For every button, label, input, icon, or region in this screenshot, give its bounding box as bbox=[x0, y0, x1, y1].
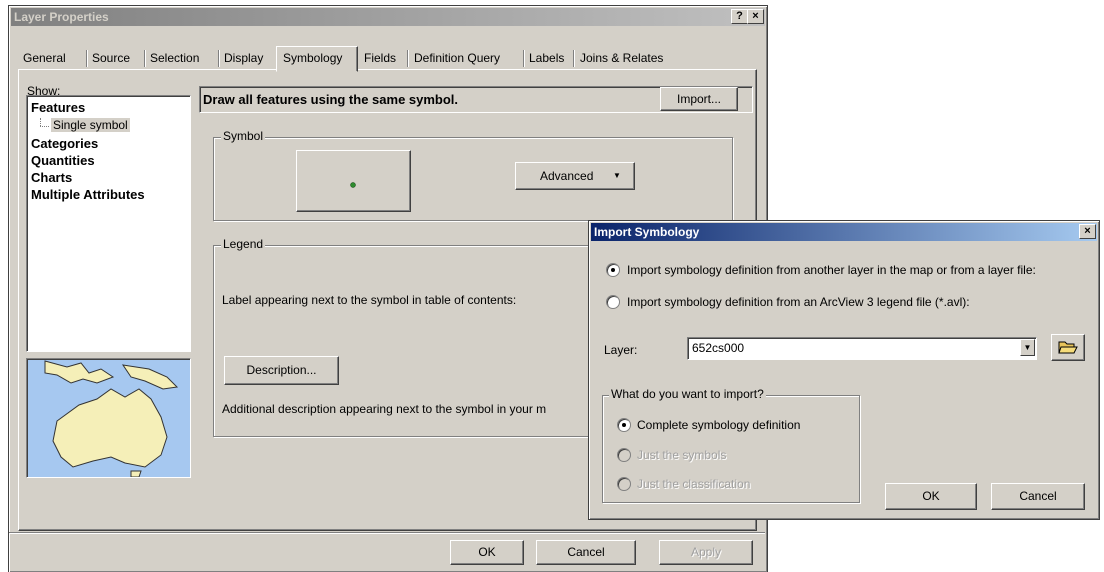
just-classification-radio bbox=[617, 477, 631, 491]
symbol-group-label: Symbol bbox=[221, 129, 266, 143]
window-title: Layer Properties bbox=[14, 10, 109, 24]
tab-divider bbox=[218, 50, 219, 67]
tree-item-single-symbol[interactable]: Single symbol bbox=[51, 118, 130, 132]
import-symbology-titlebar[interactable]: Import Symbology bbox=[591, 223, 1097, 241]
import-close-button[interactable]: × bbox=[1079, 224, 1096, 239]
advanced-button[interactable]: Advanced ▼ bbox=[515, 162, 635, 190]
close-button[interactable]: × bbox=[747, 9, 764, 24]
tree-item-quantities[interactable]: Quantities bbox=[31, 153, 95, 168]
option-avl-label[interactable]: Import symbology definition from an ArcV… bbox=[627, 295, 970, 309]
show-tree[interactable]: Features Single symbol Categories Quanti… bbox=[26, 95, 191, 352]
import-symbology-dialog: Import Symbology × Import symbology defi… bbox=[588, 220, 1100, 520]
tab-divider bbox=[573, 50, 574, 67]
just-classification-label: Just the classification bbox=[637, 477, 751, 491]
advanced-button-label: Advanced bbox=[540, 169, 594, 183]
layer-properties-titlebar[interactable]: Layer Properties bbox=[11, 8, 765, 26]
import-button[interactable]: Import... bbox=[660, 87, 738, 111]
tab-labels[interactable]: Labels bbox=[526, 49, 567, 68]
tab-source[interactable]: Source bbox=[89, 49, 133, 68]
ok-button[interactable]: OK bbox=[450, 540, 524, 565]
layer-label: Layer: bbox=[604, 343, 638, 357]
help-button[interactable]: ? bbox=[731, 9, 748, 24]
tab-divider bbox=[144, 50, 145, 67]
legend-label-description: Label appearing next to the symbol in ta… bbox=[222, 293, 517, 307]
tab-fields[interactable]: Fields bbox=[361, 49, 399, 68]
tree-item-categories[interactable]: Categories bbox=[31, 136, 98, 151]
description-button[interactable]: Description... bbox=[224, 356, 339, 385]
open-folder-icon bbox=[1058, 341, 1078, 354]
symbol-group bbox=[213, 137, 733, 221]
option-layer-label[interactable]: Import symbology definition from another… bbox=[627, 263, 1036, 277]
import-dialog-title: Import Symbology bbox=[594, 225, 700, 239]
cancel-button[interactable]: Cancel bbox=[536, 540, 636, 565]
tab-divider bbox=[523, 50, 524, 67]
tree-connector bbox=[40, 126, 49, 128]
tree-item-features[interactable]: Features bbox=[31, 100, 85, 115]
just-symbols-radio bbox=[617, 448, 631, 462]
additional-description-text: Additional description appearing next to… bbox=[222, 402, 547, 416]
combobox-dropdown-button[interactable]: ▼ bbox=[1020, 339, 1035, 356]
complete-definition-label[interactable]: Complete symbology definition bbox=[637, 418, 800, 432]
australia-map-image bbox=[44, 360, 179, 477]
tree-connector bbox=[40, 118, 42, 126]
legend-group-label: Legend bbox=[221, 237, 266, 251]
tab-selection[interactable]: Selection bbox=[147, 49, 202, 68]
tab-divider bbox=[407, 50, 408, 67]
layer-combobox-value: 652cs000 bbox=[692, 341, 745, 355]
footer-divider bbox=[9, 532, 765, 533]
import-ok-button[interactable]: OK bbox=[885, 483, 977, 510]
tab-joins-relates[interactable]: Joins & Relates bbox=[577, 49, 666, 68]
tab-general[interactable]: General bbox=[20, 49, 69, 68]
symbol-preview-button[interactable] bbox=[296, 150, 411, 212]
tab-display[interactable]: Display bbox=[221, 49, 266, 68]
tab-symbology-active[interactable]: Symbology bbox=[276, 46, 358, 72]
option-avl-radio[interactable] bbox=[606, 295, 620, 309]
tree-item-multiple-attributes[interactable]: Multiple Attributes bbox=[31, 187, 145, 202]
symbology-heading: Draw all features using the same symbol. bbox=[203, 92, 459, 107]
tab-symbology-label: Symbology bbox=[283, 51, 343, 65]
just-symbols-label: Just the symbols bbox=[637, 448, 727, 462]
layer-combobox[interactable]: 652cs000 ▼ bbox=[687, 337, 1037, 360]
dropdown-arrow-icon: ▼ bbox=[1023, 343, 1032, 352]
what-to-import-label: What do you want to import? bbox=[609, 387, 766, 401]
apply-button[interactable]: Apply bbox=[659, 540, 753, 565]
complete-definition-radio[interactable] bbox=[617, 418, 631, 432]
tab-definition-query[interactable]: Definition Query bbox=[411, 49, 503, 68]
point-symbol-icon bbox=[350, 182, 356, 188]
option-layer-radio[interactable] bbox=[606, 263, 620, 277]
dropdown-arrow-icon: ▼ bbox=[613, 171, 621, 180]
import-cancel-button[interactable]: Cancel bbox=[991, 483, 1085, 510]
preview-map bbox=[26, 358, 191, 478]
tree-item-charts[interactable]: Charts bbox=[31, 170, 72, 185]
browse-folder-button[interactable] bbox=[1051, 334, 1085, 361]
tab-divider bbox=[86, 50, 87, 67]
